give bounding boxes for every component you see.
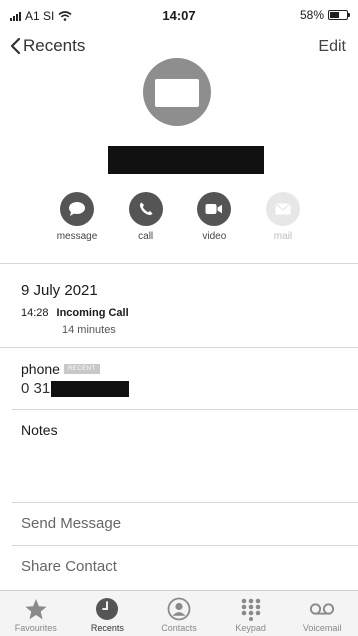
star-icon (23, 597, 49, 621)
tab-bar: Favourites Recents Contacts Keypad Voice… (0, 590, 358, 636)
share-contact-button[interactable]: Share Contact (21, 558, 117, 575)
chevron-left-icon (10, 37, 21, 55)
call-action[interactable]: call (114, 192, 178, 242)
send-message-button[interactable]: Send Message (21, 515, 121, 532)
back-button[interactable]: Recents (10, 36, 85, 56)
phone-icon (139, 202, 153, 216)
call-time: 14:28 (21, 307, 49, 319)
call-duration: 14 minutes (62, 324, 116, 336)
divider (0, 347, 358, 348)
contact-name-redacted (108, 146, 264, 174)
message-icon (69, 202, 85, 216)
phone-number[interactable]: 0 31 (21, 380, 130, 397)
call-date: 9 July 2021 (21, 282, 98, 299)
video-button[interactable] (197, 192, 232, 226)
tab-recents[interactable]: Recents (72, 591, 144, 636)
tab-label-keypad: Keypad (235, 623, 266, 633)
tab-label-recents: Recents (90, 623, 124, 633)
video-action[interactable]: video (182, 192, 246, 242)
voicemail-icon (309, 597, 335, 621)
call-type: Incoming Call (56, 307, 129, 319)
call-button[interactable] (128, 192, 163, 226)
keypad-icon (238, 597, 264, 621)
call-entry: 14:28 Incoming Call (21, 307, 129, 319)
status-right: 58% (299, 8, 350, 22)
tab-contacts[interactable]: Contacts (143, 591, 215, 636)
message-label: message (56, 231, 98, 242)
tab-label-contacts: Contacts (161, 623, 197, 633)
divider (12, 409, 358, 410)
video-icon (205, 204, 223, 214)
battery-icon (328, 10, 350, 20)
tab-voicemail[interactable]: Voicemail (286, 591, 358, 636)
divider (12, 545, 358, 546)
mail-label: mail (273, 231, 293, 242)
notes-label[interactable]: Notes (21, 422, 58, 438)
phone-label-row: phone RECENT (21, 361, 100, 377)
video-label: video (202, 231, 227, 242)
contact-icon (166, 597, 192, 621)
phone-label: phone (21, 361, 60, 377)
battery-percent: 58% (299, 8, 324, 22)
clock-icon (94, 597, 120, 621)
divider (0, 263, 358, 264)
avatar (143, 58, 211, 126)
battery-fill (330, 12, 339, 18)
phone-number-redacted (51, 380, 130, 397)
message-action[interactable]: message (45, 192, 109, 242)
status-bar: A1 SI 14:07 58% (0, 0, 358, 30)
edit-button[interactable]: Edit (318, 38, 346, 56)
call-label: call (138, 231, 154, 242)
recent-badge: RECENT (63, 364, 100, 374)
mail-button (265, 192, 300, 226)
message-button[interactable] (60, 192, 94, 226)
tab-keypad[interactable]: Keypad (215, 591, 287, 636)
tab-favourites[interactable]: Favourites (0, 591, 72, 636)
avatar-redaction (155, 79, 199, 107)
phone-number-prefix: 0 31 (21, 380, 51, 397)
divider (12, 502, 358, 503)
tab-label-voicemail: Voicemail (302, 623, 342, 633)
back-label: Recents (23, 36, 86, 55)
action-buttons: message call video mail (45, 192, 315, 242)
tab-label-favourites: Favourites (14, 623, 57, 633)
mail-action: mail (251, 192, 315, 242)
mail-icon (275, 203, 291, 215)
